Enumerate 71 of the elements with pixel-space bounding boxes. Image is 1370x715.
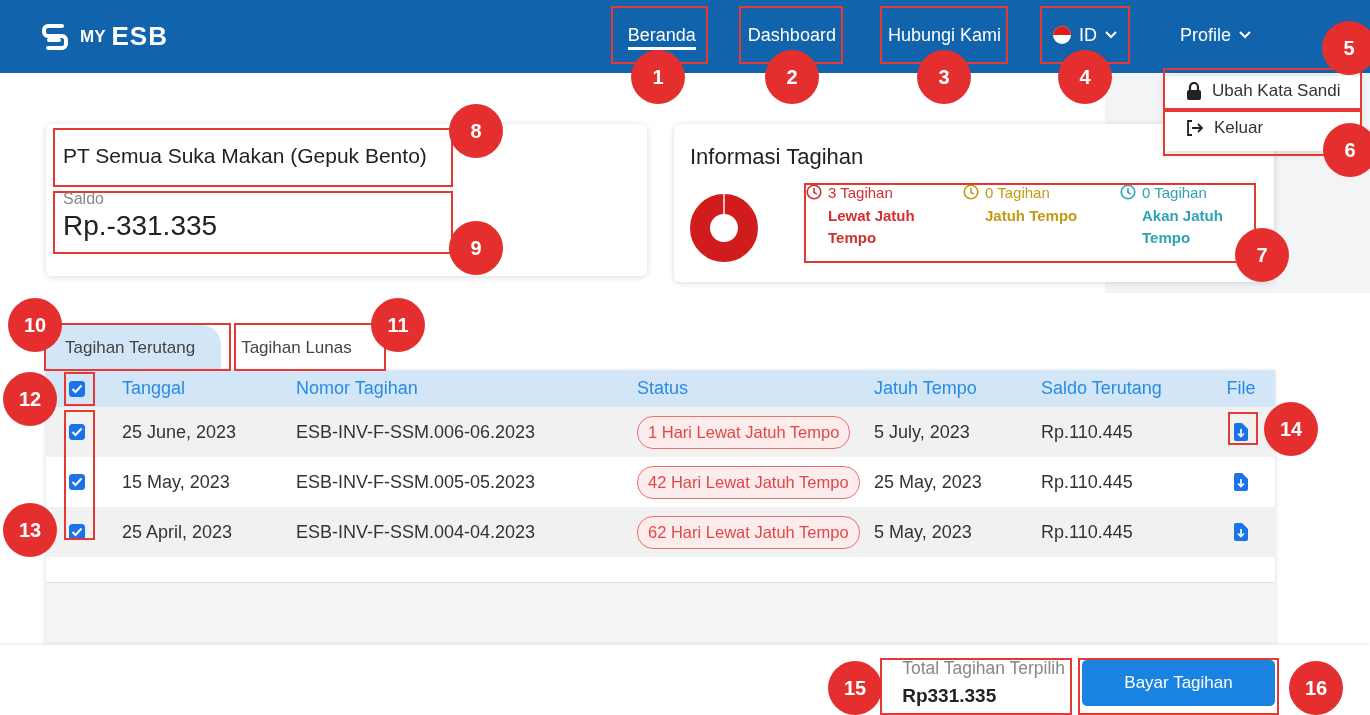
column-header: Status [637, 378, 689, 398]
donut-graphic [690, 194, 758, 262]
table-cell: Rp.110.445 [1041, 421, 1133, 442]
balance-value: Rp.-331.335 [63, 210, 218, 242]
callout-frame [1228, 412, 1258, 445]
bill-category: Jatuh Tempo [985, 206, 1079, 226]
callout-number: 14 [1264, 402, 1318, 456]
nav-link[interactable]: Beranda [627, 23, 696, 50]
table-cell: 25 April, 2023 [122, 521, 233, 542]
table-cell: ESB-INV-F-SSM.004-04.2023 [296, 521, 536, 542]
callout-number: 8 [449, 104, 503, 158]
table-cell: Rp.110.445 [1041, 471, 1133, 492]
callout-number: 13 [3, 503, 57, 557]
table-cell: 5 May, 2023 [874, 521, 972, 542]
chevron-down-icon [1239, 31, 1251, 39]
table-cell: Rp.110.445 [1041, 521, 1133, 542]
logo-text: ESB [111, 21, 168, 52]
card-title: Informasi Tagihan [690, 144, 865, 170]
logout-icon [1186, 120, 1204, 136]
callout-number: 12 [3, 372, 57, 426]
table-cell: 5 July, 2023 [874, 421, 970, 442]
total-label: Total Tagihan Terpilih [902, 657, 1065, 679]
callout-number: 1 [631, 50, 685, 104]
column-header: Nomor Tagihan [296, 378, 418, 398]
table-cell: 25 June, 2023 [122, 421, 237, 442]
callout-number: 3 [917, 50, 971, 104]
callout-number: 10 [8, 298, 62, 352]
select-all-checkbox[interactable] [69, 380, 85, 397]
table-cell: ESB-INV-F-SSM.005-05.2023 [296, 471, 536, 492]
nav-link[interactable]: Dashboard [747, 23, 836, 50]
clock-icon [1120, 184, 1136, 200]
column-header: Jatuh Tempo [874, 378, 977, 398]
balance-label: Saldo [63, 190, 104, 208]
bill-count: 3 Tagihan [828, 184, 894, 201]
bill-count: 0 Tagihan [1142, 184, 1208, 201]
chevron-down-icon [1104, 31, 1117, 39]
menu-item[interactable]: Keluar [1170, 113, 1278, 143]
nav-link[interactable]: Hubungi Kami [887, 23, 1001, 50]
total-value: Rp331.335 [902, 684, 998, 707]
file-download-icon[interactable] [1234, 423, 1248, 441]
logo-icon [40, 21, 70, 52]
bill-count: 0 Tagihan [985, 184, 1051, 201]
table-cell: 25 May, 2023 [874, 471, 982, 492]
clock-icon [806, 184, 822, 200]
callout-number: 11 [371, 298, 425, 352]
file-download-icon[interactable] [1234, 523, 1248, 541]
table-cell: 15 May, 2023 [122, 471, 230, 492]
company-name: PT Semua Suka Makan (Gepuk Bento) [63, 144, 427, 168]
row-checkbox[interactable] [69, 474, 85, 490]
bill-category: Akan Jatuh Tempo [1142, 206, 1224, 248]
tab[interactable]: Tagihan Terutang [46, 325, 222, 370]
file-download-icon[interactable] [1234, 473, 1248, 491]
table-cell: ESB-INV-F-SSM.006-06.2023 [296, 421, 536, 442]
menu-item[interactable]: Ubah Kata Sandi [1170, 76, 1355, 106]
status-badge: 1 Hari Lewat Jatuh Tempo [637, 415, 851, 449]
column-header: Tanggal [122, 378, 186, 398]
clock-icon [963, 184, 979, 200]
status-badge: 42 Hari Lewat Jatuh Tempo [637, 465, 860, 499]
lock-icon [1186, 82, 1202, 100]
flag-icon [1052, 26, 1071, 44]
row-checkbox[interactable] [69, 424, 85, 440]
tab[interactable]: Tagihan Lunas [233, 325, 360, 370]
language-dropdown[interactable]: ID [1052, 23, 1117, 50]
status-badge: 62 Hari Lewat Jatuh Tempo [637, 515, 860, 549]
pay-button[interactable]: Bayar Tagihan [1082, 660, 1275, 706]
callout-number: 2 [765, 50, 819, 104]
profile-dropdown[interactable]: Profile [1179, 23, 1251, 50]
column-header: File [1226, 378, 1256, 399]
bill-category: Lewat Jatuh Tempo [828, 206, 916, 248]
column-header: Saldo Terutang [1041, 378, 1162, 398]
logo-text: MY [80, 26, 106, 47]
